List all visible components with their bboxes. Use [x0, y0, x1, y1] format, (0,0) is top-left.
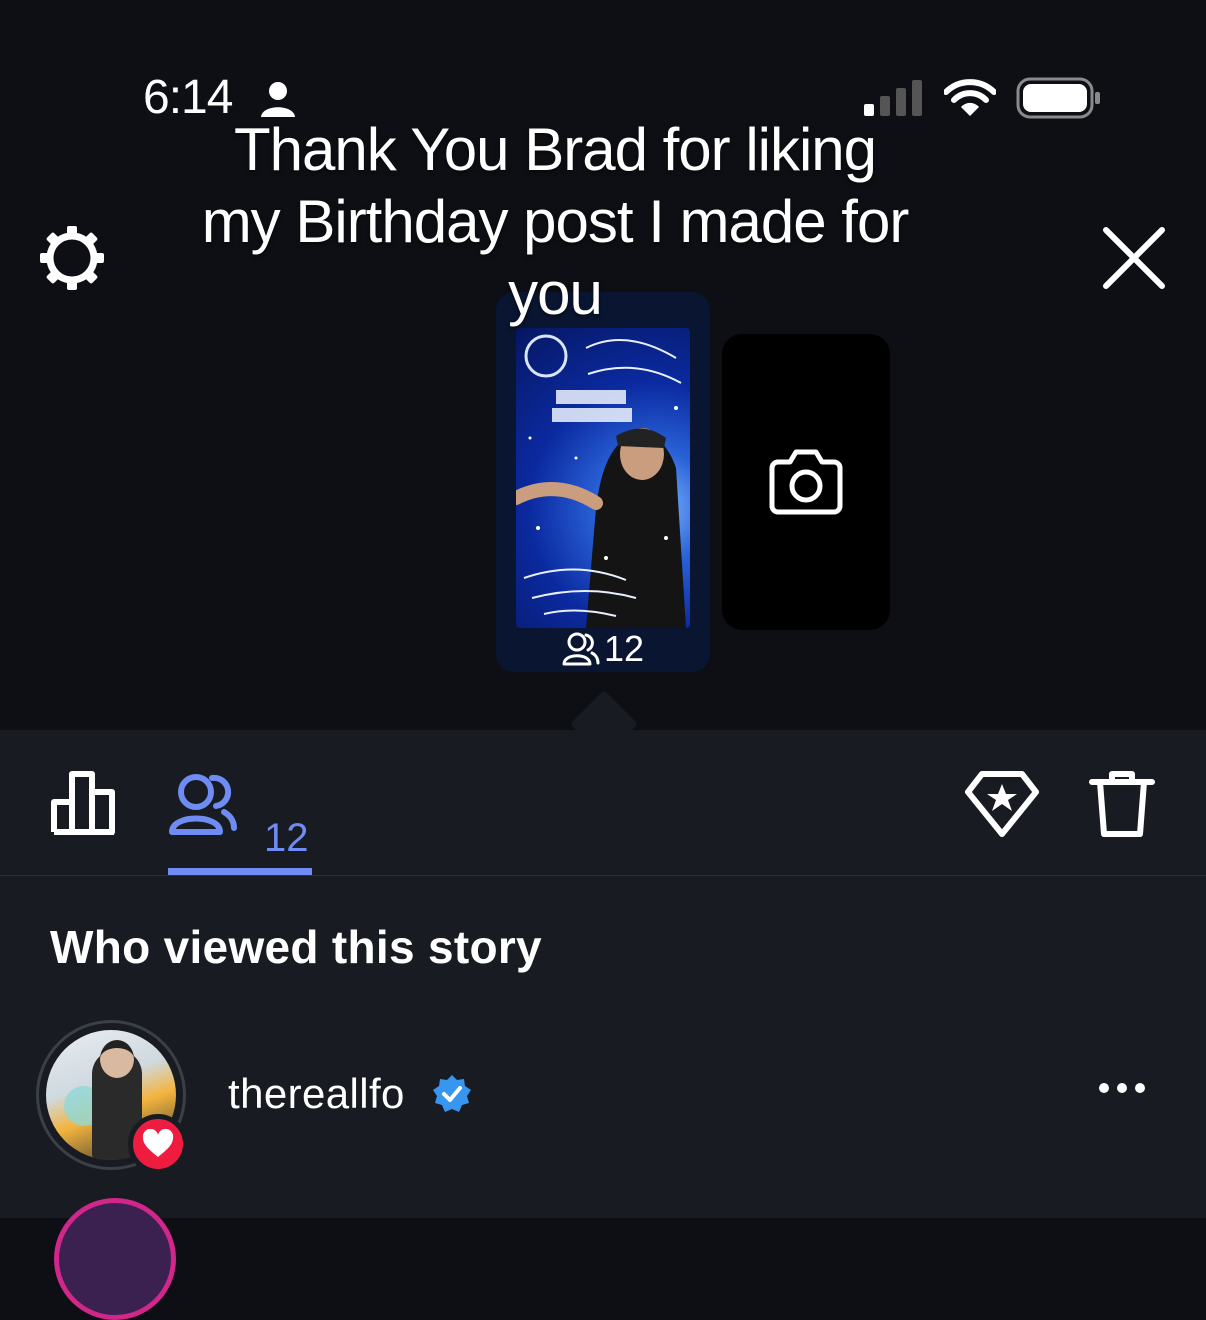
- next-viewer-avatar[interactable]: [54, 1198, 176, 1320]
- story-preview-area: 6:14 Thank You Brad for liking my Birthd…: [0, 0, 1206, 730]
- tab-viewers[interactable]: 12: [168, 766, 312, 876]
- story-activity-sheet: 12 Who viewed this story thereallfo: [0, 730, 1206, 1218]
- trash-icon[interactable]: [1088, 768, 1156, 840]
- more-options-icon[interactable]: [1096, 1076, 1148, 1100]
- story-caption: Thank You Brad for liking my Birthday po…: [201, 116, 910, 327]
- verified-badge-icon: [433, 1075, 471, 1112]
- close-icon[interactable]: [1100, 224, 1168, 292]
- birthday-graphic: [516, 334, 686, 628]
- section-title: Who viewed this story: [50, 921, 542, 973]
- viewer-username[interactable]: thereallfo: [228, 1070, 405, 1118]
- wifi-icon: [944, 79, 996, 116]
- story-view-count: 12: [562, 628, 644, 670]
- insights-bar-chart-icon[interactable]: [50, 770, 118, 836]
- battery-icon: [1016, 77, 1100, 119]
- story-thumbnail[interactable]: 12: [496, 292, 710, 672]
- viewers-icon: [169, 774, 237, 835]
- story-image: [516, 328, 690, 628]
- liked-badge: [128, 1114, 188, 1174]
- highlight-gem-icon[interactable]: [964, 770, 1040, 838]
- person-icon: [261, 82, 295, 117]
- settings-gear-icon[interactable]: [36, 222, 108, 294]
- camera-icon: [769, 449, 843, 515]
- viewers-icon: [562, 632, 600, 666]
- add-story-camera[interactable]: [722, 334, 890, 630]
- active-tab-indicator: [168, 868, 312, 875]
- viewer-list-item[interactable]: thereallfo: [0, 1018, 1206, 1178]
- heart-icon: [142, 1129, 174, 1157]
- cellular-signal-icon: [864, 80, 922, 116]
- activity-toolbar: 12: [0, 730, 1206, 876]
- viewers-count: 12: [264, 816, 309, 860]
- story-view-count-text: 12: [604, 628, 645, 669]
